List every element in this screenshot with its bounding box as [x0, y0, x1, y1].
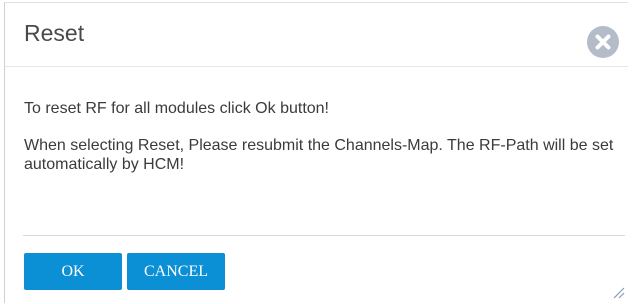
dialog-title: Reset — [24, 20, 85, 46]
reset-warning-text: When selecting Reset, Please resubmit th… — [24, 137, 614, 173]
reset-instruction-text: To reset RF for all modules click Ok but… — [24, 100, 329, 117]
reset-dialog: Reset To reset RF for all modules click … — [4, 2, 628, 303]
footer-divider — [23, 235, 625, 236]
close-button[interactable] — [587, 26, 619, 58]
ok-button[interactable]: OK — [24, 253, 122, 290]
header-divider — [5, 66, 628, 67]
cancel-button[interactable]: CANCEL — [127, 253, 225, 290]
close-icon — [595, 34, 611, 50]
resize-handle[interactable] — [611, 285, 625, 299]
resize-grip-icon — [613, 287, 625, 299]
